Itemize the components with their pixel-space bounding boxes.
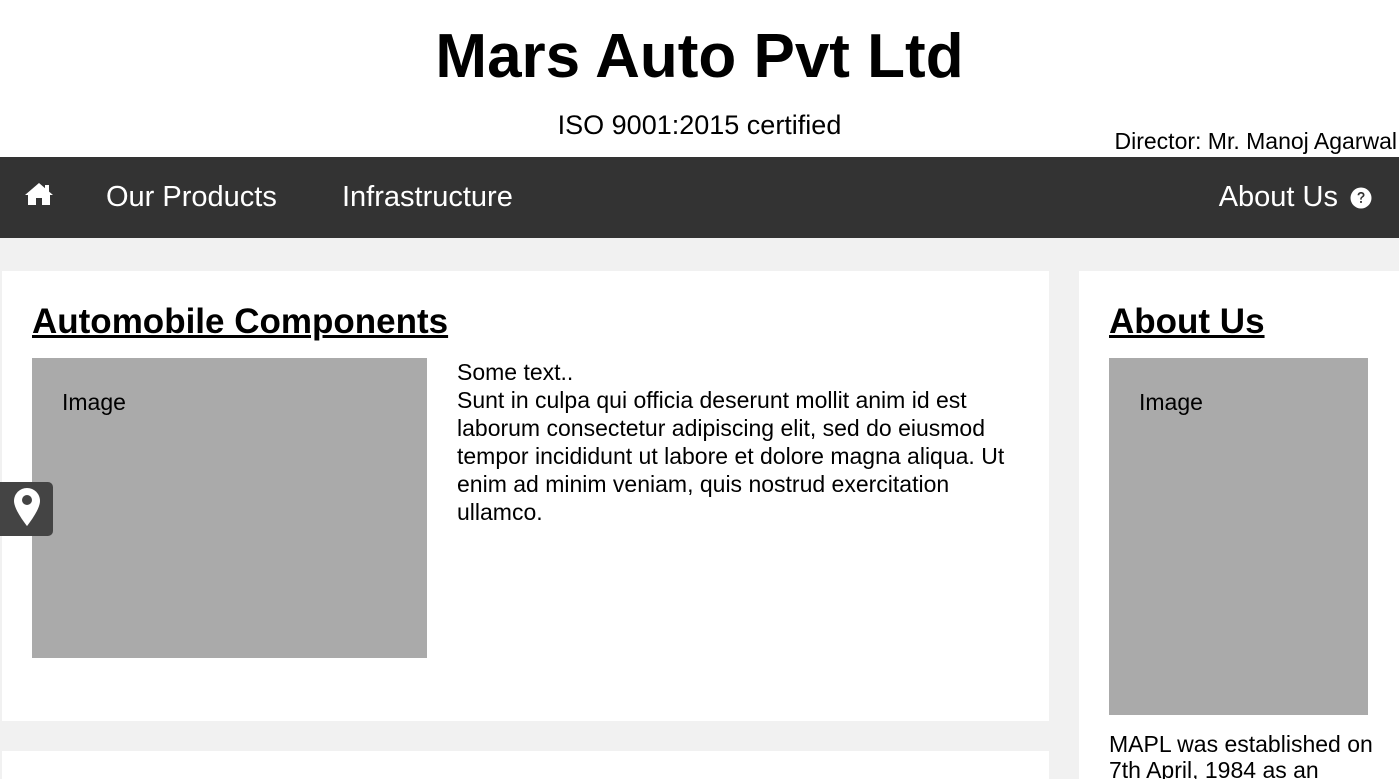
nav-infrastructure-link[interactable]: Infrastructure (342, 157, 513, 238)
location-button[interactable] (0, 482, 53, 536)
nav-home-link[interactable] (24, 157, 54, 238)
second-content-card (2, 751, 1049, 779)
nav-our-products-link[interactable]: Our Products (106, 157, 277, 238)
nav-about-us-label: About Us (1218, 181, 1338, 213)
top-navigation: Our Products Infrastructure About Us (0, 157, 1399, 238)
about-us-text: MAPL was established on 7th April, 1984 … (1109, 731, 1373, 779)
about-us-heading: About Us (1109, 302, 1265, 341)
image-placeholder-label: Image (62, 389, 126, 415)
image-placeholder-label: Image (1139, 389, 1203, 415)
nav-about-us-link[interactable]: About Us (1219, 157, 1372, 238)
home-icon (24, 181, 54, 215)
automobile-components-text: Some text.. Sunt in culpa qui officia de… (457, 358, 1027, 526)
automobile-components-image: Image (32, 358, 427, 658)
automobile-components-heading: Automobile Components (32, 302, 449, 341)
about-us-card: About Us Image MAPL was established on 7… (1079, 271, 1399, 779)
automobile-components-card: Automobile Components Image Some text.. … (2, 271, 1049, 721)
card-intro-text: Some text.. (457, 359, 574, 385)
question-circle-icon (1350, 187, 1372, 209)
map-marker-icon (13, 487, 41, 532)
director-label: Director: Mr. Manoj Agarwal (1114, 128, 1397, 154)
about-us-image: Image (1109, 358, 1368, 715)
site-title: Mars Auto Pvt Ltd (435, 22, 964, 91)
site-header: Mars Auto Pvt Ltd ISO 9001:2015 certifie… (0, 0, 1399, 157)
card-body-text: Sunt in culpa qui officia deserunt molli… (457, 387, 1005, 525)
